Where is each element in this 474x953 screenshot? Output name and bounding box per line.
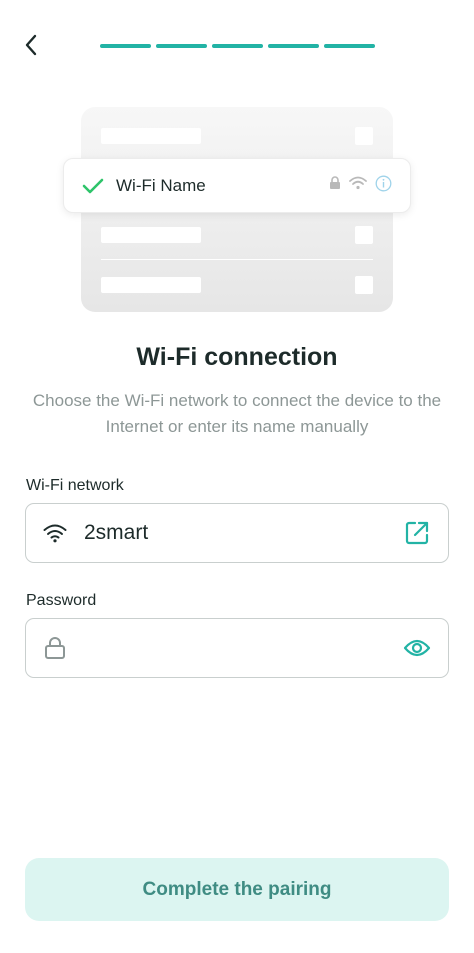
placeholder-square — [355, 276, 373, 294]
placeholder-square — [355, 127, 373, 145]
placeholder-bar — [101, 277, 201, 293]
external-link-icon[interactable] — [402, 518, 432, 548]
progress-step — [156, 44, 207, 48]
placeholder-square — [355, 226, 373, 244]
page-subtitle: Choose the Wi-Fi network to connect the … — [32, 391, 442, 436]
wifi-network-label: Wi-Fi network — [26, 477, 124, 494]
lock-icon — [329, 176, 341, 195]
password-input[interactable] — [84, 637, 402, 659]
wifi-icon — [42, 520, 68, 546]
chevron-left-icon — [23, 33, 39, 62]
password-field[interactable] — [25, 618, 449, 678]
progress-step — [324, 44, 375, 48]
lock-icon — [42, 635, 68, 661]
placeholder-bar — [101, 128, 201, 144]
eye-icon[interactable] — [402, 633, 432, 663]
wifi-network-value: 2smart — [84, 521, 149, 544]
password-label: Password — [26, 592, 97, 609]
network-name: Wi-Fi Name — [116, 175, 206, 195]
page-title: Wi-Fi connection — [136, 343, 338, 371]
progress-step — [100, 44, 151, 48]
placeholder-bar — [101, 227, 201, 243]
back-button[interactable] — [14, 30, 48, 64]
network-status-icons — [329, 175, 392, 197]
check-icon — [82, 174, 106, 198]
progress-step — [212, 44, 263, 48]
progress-step — [268, 44, 319, 48]
progress-stepper — [100, 44, 375, 48]
complete-pairing-button[interactable]: Complete the pairing — [25, 858, 449, 921]
wifi-network-field[interactable]: 2smart — [25, 503, 449, 563]
wifi-icon — [349, 176, 367, 195]
info-icon — [375, 175, 392, 197]
placeholder-divider — [101, 259, 373, 260]
selected-network-card: Wi-Fi Name — [63, 158, 411, 213]
